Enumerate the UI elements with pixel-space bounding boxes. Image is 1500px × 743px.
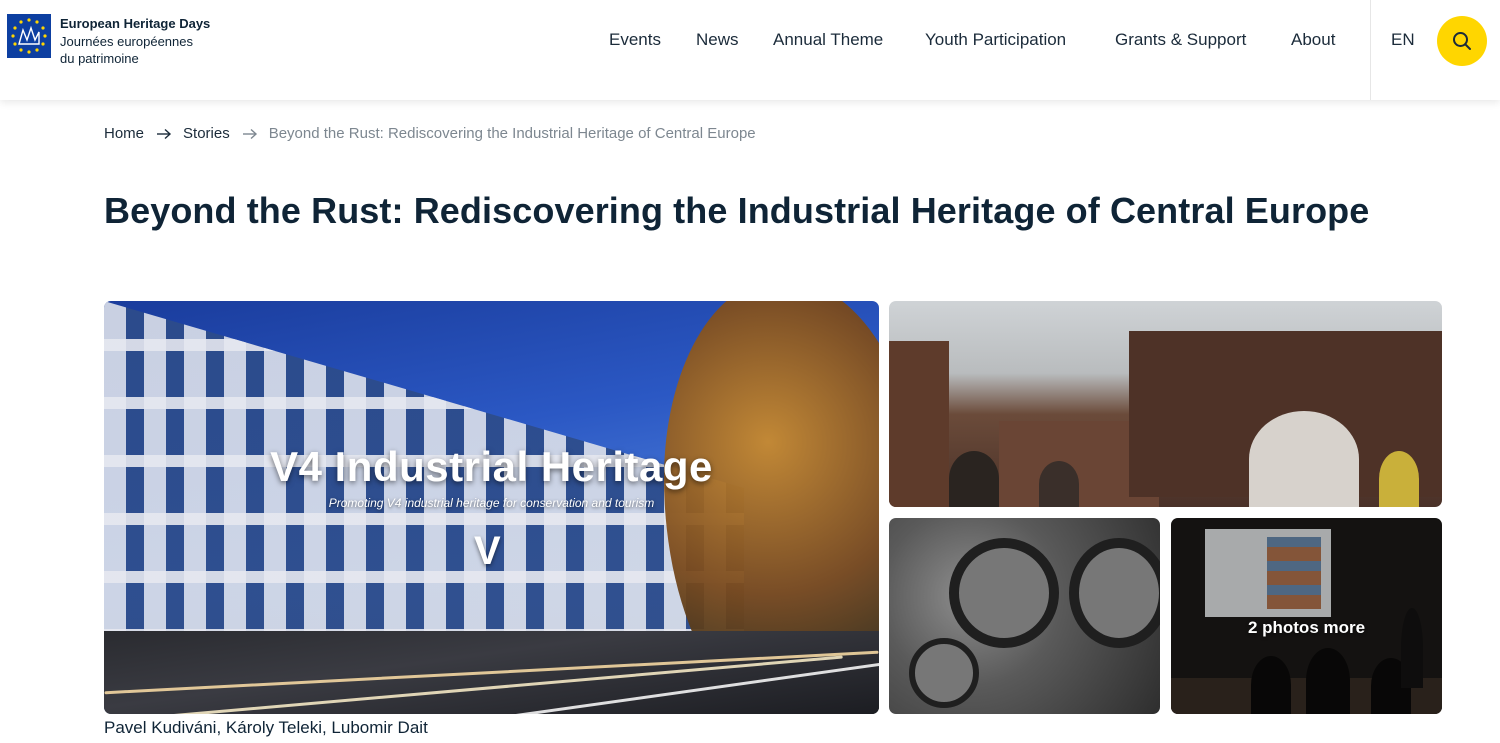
nav-item-youth-participation[interactable]: Youth Participation <box>925 30 1066 50</box>
gallery-image-4[interactable]: 2 photos more <box>1171 518 1442 714</box>
breadcrumb-home[interactable]: Home <box>104 125 144 142</box>
road-graphic <box>104 631 879 714</box>
brand-line-3: du patrimoine <box>60 51 139 66</box>
page-title: Beyond the Rust: Rediscovering the Indus… <box>104 190 1370 231</box>
language-selector[interactable]: EN <box>1391 30 1415 50</box>
gallery-image-2[interactable] <box>889 301 1442 507</box>
gallery-image-3[interactable] <box>889 518 1160 714</box>
more-photos-label[interactable]: 2 photos more <box>1171 618 1442 638</box>
arrow-right-icon <box>157 128 172 139</box>
brand-line-2: Journées européennes <box>60 33 193 49</box>
nav-item-about[interactable]: About <box>1291 30 1335 50</box>
v4-logo-mark: V <box>474 529 501 573</box>
nav-item-events[interactable]: Events <box>609 30 661 50</box>
site-header: European Heritage Days Journées européen… <box>0 0 1500 100</box>
nav-item-annual-theme[interactable]: Annual Theme <box>773 30 883 50</box>
brand-line-1: European Heritage Days <box>60 16 211 31</box>
nav-item-news[interactable]: News <box>696 30 739 50</box>
brand-name[interactable]: European Heritage Days Journées européen… <box>60 15 210 68</box>
image-overlay-subtitle: Promoting V4 industrial heritage for con… <box>328 496 655 510</box>
breadcrumb-stories[interactable]: Stories <box>183 125 230 142</box>
header-divider <box>1370 0 1371 100</box>
eu-heritage-logo-icon[interactable] <box>7 14 51 58</box>
gallery-main-image[interactable]: V4 Industrial Heritage Promoting V4 indu… <box>104 301 879 714</box>
nav-item-grants-support[interactable]: Grants & Support <box>1115 30 1246 50</box>
image-overlay-title: V4 Industrial Heritage <box>270 443 713 490</box>
breadcrumb: Home Stories Beyond the Rust: Rediscover… <box>104 125 756 142</box>
breadcrumb-current: Beyond the Rust: Rediscovering the Indus… <box>268 125 756 142</box>
search-icon <box>1453 32 1471 50</box>
photo-credits: Pavel Kudiváni, Károly Teleki, Lubomir D… <box>104 718 428 737</box>
arrow-right-icon <box>242 128 257 139</box>
search-button[interactable] <box>1437 16 1487 66</box>
